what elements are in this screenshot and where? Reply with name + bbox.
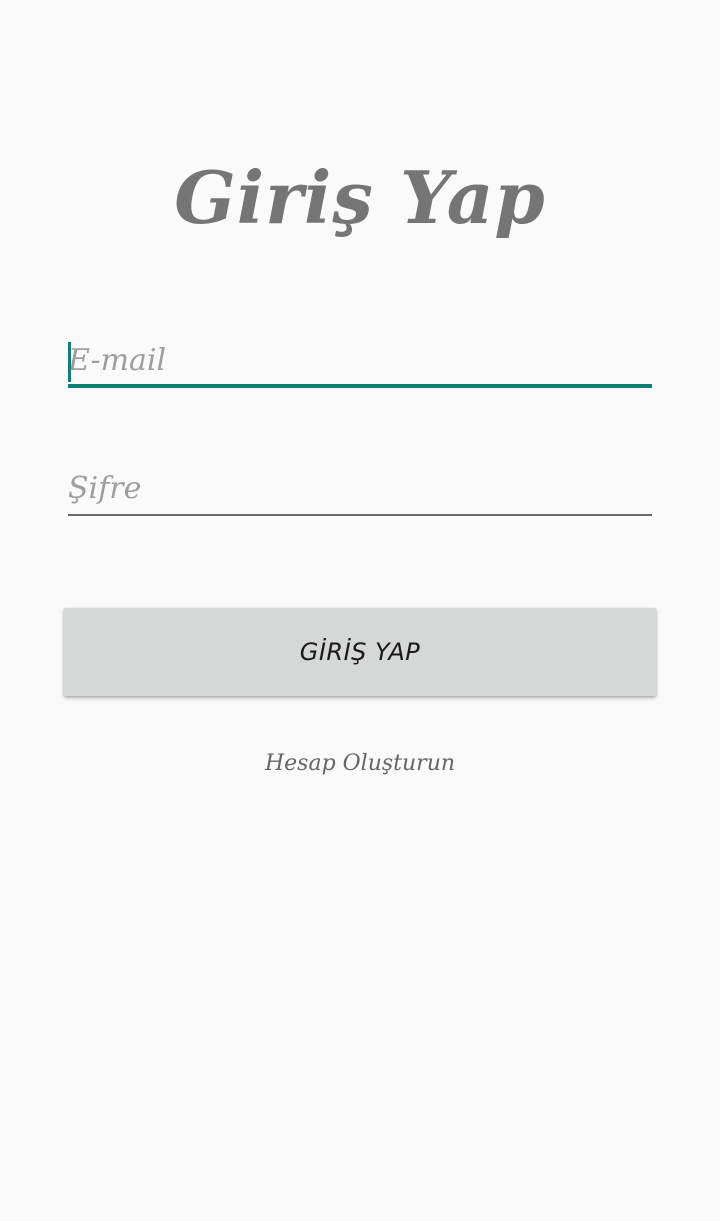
email-input[interactable] [68,336,652,384]
password-input[interactable] [68,464,652,512]
create-account-link[interactable]: Hesap Oluşturun [0,746,720,782]
email-field-container[interactable] [68,336,652,388]
page-title: Giriş Yap [174,155,546,240]
login-button[interactable]: GİRİŞ YAP [64,608,656,696]
password-underline [68,514,652,516]
login-button-label: GİRİŞ YAP [299,638,421,666]
email-underline [68,384,652,388]
text-cursor [68,342,71,382]
password-field-container[interactable] [68,464,652,516]
